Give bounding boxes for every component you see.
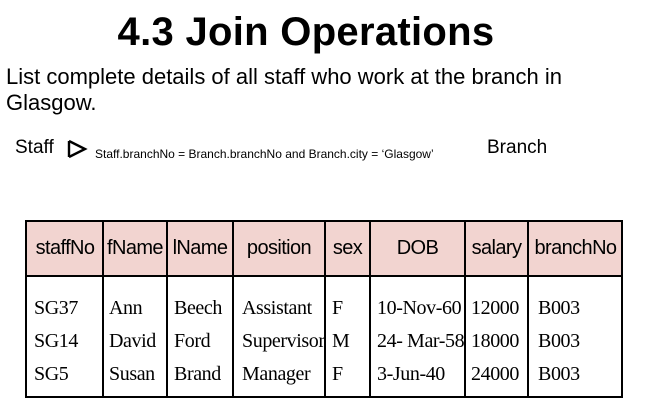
table-cell: Ford [174,330,211,352]
table-body: SG37 Ann Beech Assistant F 10-Nov-60 120… [27,279,621,396]
result-table: staffNo fName lName position sex DOB sal… [25,220,623,398]
table-cell: Assistant [242,297,312,319]
column-header: fName [107,237,164,259]
table-cell: 10-Nov-60 [377,297,462,319]
column-header: lName [172,237,228,259]
join-condition: Staff.branchNo = Branch.branchNo and Bra… [95,147,434,161]
page-title: 4.3 Join Operations [117,10,495,54]
table-cell: 18000 [471,330,520,352]
table-cell: M [332,330,350,352]
table-cell: 3-Jun-40 [377,363,445,385]
table-cell: 24000 [471,363,520,385]
right-relation: Branch [487,137,548,158]
semijoin-icon [67,139,88,159]
table-cell: 12000 [471,297,520,319]
table-cell: F [332,297,343,319]
table-cell: Susan [109,363,155,385]
table-cell: 24- Mar-58 [377,330,465,352]
relational-expression: Staff Staff.branchNo = Branch.branchNo a… [15,134,635,166]
column-header: staffNo [35,237,95,259]
column-header: branchNo [534,237,618,259]
column-header: sex [332,237,363,259]
table-cell: B003 [538,363,580,385]
table-cell: Manager [242,363,311,385]
table-cell: Supervisor [242,330,325,352]
column-header: position [246,237,312,259]
table-row: SG14 David Ford Supervisor M 24- Mar-58 … [27,325,621,358]
table-row: SG37 Ann Beech Assistant F 10-Nov-60 120… [27,292,621,325]
question-text: List complete details of all staff who w… [6,64,562,115]
column-header: salary [471,237,522,259]
table-cell: B003 [538,297,580,319]
column-header: DOB [396,237,439,259]
table-cell: Brand [174,363,221,385]
table-cell: B003 [538,330,580,352]
table-row: SG5 Susan Brand Manager F 3-Jun-40 24000… [27,358,621,391]
left-relation: Staff [15,137,54,158]
table-cell: SG14 [34,330,78,352]
table-cell: Ann [109,297,143,319]
table-cell: SG37 [34,297,78,319]
table-cell: Beech [174,297,222,319]
table-cell: F [332,363,343,385]
table-cell: David [109,330,156,352]
table-cell: SG5 [34,363,69,385]
